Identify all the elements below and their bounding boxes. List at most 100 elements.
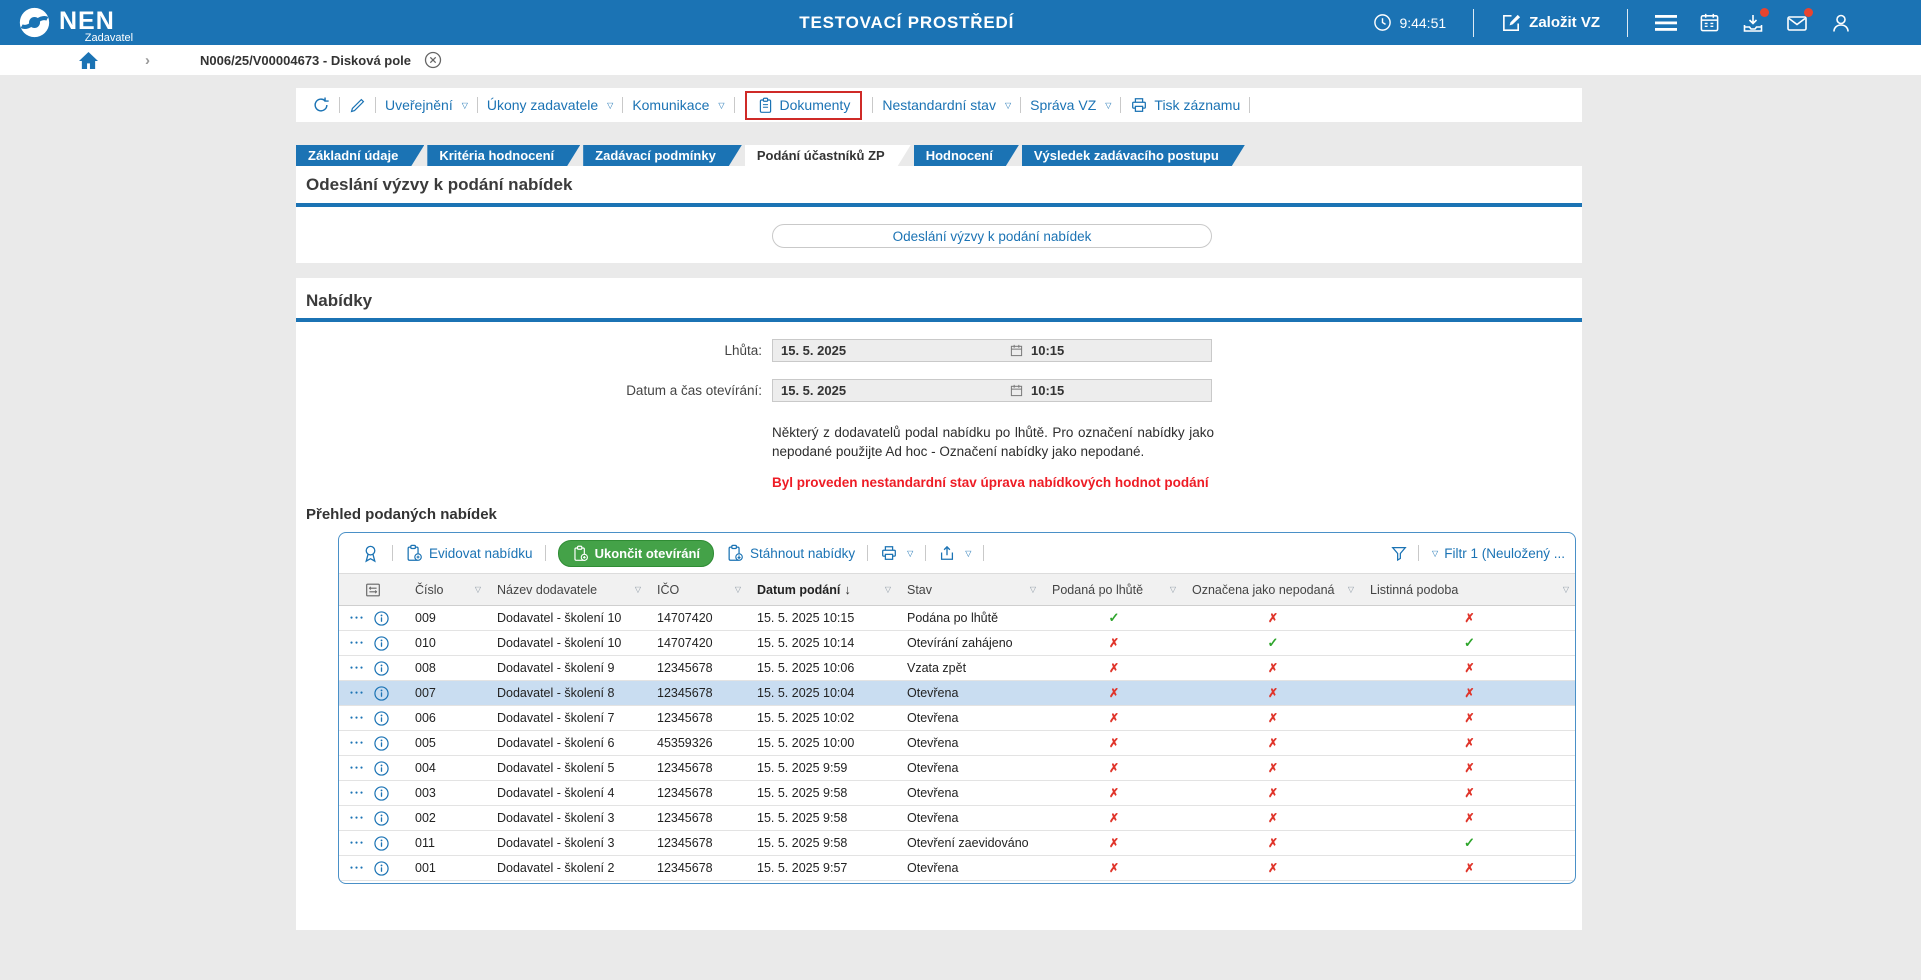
filter-button[interactable] — [1390, 544, 1408, 562]
tab-4[interactable]: Hodnocení — [914, 145, 1019, 166]
filter-dropdown-icon[interactable]: ▽ — [1348, 585, 1354, 594]
filter-dropdown-icon[interactable]: ▽ — [885, 585, 891, 594]
info-icon[interactable] — [374, 736, 389, 751]
table-row[interactable]: ●●●006Dodavatel - školení 71234567815. 5… — [339, 706, 1575, 731]
info-icon[interactable] — [374, 836, 389, 851]
call-section: Odeslání výzvy k podání nabídek Odeslání… — [296, 166, 1582, 263]
clipboard-download-icon — [726, 544, 744, 562]
info-icon[interactable] — [374, 611, 389, 626]
filter-select[interactable]: ▽ Filtr 1 (Neuložený ... — [1429, 546, 1565, 561]
breadcrumb: › N006/25/V00004673 - Disková pole — [0, 45, 1921, 75]
finish-opening-button[interactable]: Ukončit otevírání — [558, 540, 714, 567]
toolbar-item-nestandardni-stav[interactable]: Nestandardní stav▽ — [882, 97, 1011, 113]
filter-dropdown-icon[interactable]: ▽ — [635, 585, 641, 594]
toolbar-item-ukony-zadavatele[interactable]: Úkony zadavatele▽ — [487, 97, 613, 113]
tab-2[interactable]: Zadávací podmínky — [583, 145, 742, 166]
home-button[interactable] — [78, 51, 99, 70]
row-menu-icon[interactable]: ●●● — [350, 815, 365, 821]
toolbar-item-tisk-zaznamu[interactable]: Tisk záznamu — [1130, 96, 1240, 114]
info-icon[interactable] — [374, 861, 389, 876]
cell-state: Otevírání zahájeno — [899, 636, 1044, 650]
toolbar-item-komunikace[interactable]: Komunikace▽ — [632, 97, 724, 113]
create-vz-button[interactable]: Založit VZ — [1501, 12, 1600, 33]
messages-button[interactable] — [1786, 12, 1808, 34]
menu-button[interactable] — [1655, 14, 1677, 32]
deadline-field[interactable]: 15. 5. 2025 10:15 — [772, 339, 1212, 362]
column-settings-button[interactable] — [339, 581, 407, 599]
toolbar-item-sprava-vz[interactable]: Správa VZ▽ — [1030, 97, 1111, 113]
info-icon[interactable] — [374, 786, 389, 801]
column-header-datum-podani[interactable]: Datum podání↓ ▽ — [749, 582, 899, 597]
toolbar-item-dokumenty[interactable]: Dokumenty — [757, 97, 851, 114]
close-record-button[interactable] — [424, 51, 442, 69]
app-logo[interactable]: NEN Zadavatel — [18, 6, 133, 44]
tab-3-active[interactable]: Podání účastníků ZP — [745, 145, 911, 166]
row-menu-icon[interactable]: ●●● — [350, 765, 365, 771]
column-header-stav[interactable]: Stav▽ — [899, 583, 1044, 597]
table-row[interactable]: ●●●005Dodavatel - školení 64535932615. 5… — [339, 731, 1575, 756]
calendar-icon — [1699, 12, 1720, 33]
row-menu-icon[interactable]: ●●● — [350, 740, 365, 746]
column-header-cislo[interactable]: Číslo ▽ — [407, 583, 489, 597]
cell-paper-form: ✓ — [1362, 835, 1576, 851]
filter-dropdown-icon[interactable]: ▽ — [735, 585, 741, 594]
tab-5[interactable]: Výsledek zadávacího postupu — [1022, 145, 1245, 166]
info-icon[interactable] — [374, 686, 389, 701]
breadcrumb-record[interactable]: N006/25/V00004673 - Disková pole — [200, 53, 411, 68]
row-menu-icon[interactable]: ●●● — [350, 615, 365, 621]
column-header-oznacena-jako-nepodana[interactable]: Označena jako nepodaná▽ — [1184, 583, 1362, 597]
award-button[interactable] — [361, 544, 380, 563]
table-row[interactable]: ●●●009Dodavatel - školení 101470742015. … — [339, 606, 1575, 631]
table-row-selected[interactable]: ●●●007Dodavatel - školení 81234567815. 5… — [339, 681, 1575, 706]
cell-marked-not-submitted: ✗ — [1184, 611, 1362, 625]
info-icon[interactable] — [374, 811, 389, 826]
toolbar-item-uverejneni[interactable]: Uveřejnění▽ — [385, 97, 468, 113]
table-row[interactable]: ●●●002Dodavatel - školení 31234567815. 5… — [339, 806, 1575, 831]
row-menu-icon[interactable]: ●●● — [350, 640, 365, 646]
table-row[interactable]: ●●●003Dodavatel - školení 41234567815. 5… — [339, 781, 1575, 806]
tab-0[interactable]: Základní údaje — [296, 145, 424, 166]
column-header-listinna-podoba[interactable]: Listinná podoba▽ — [1362, 583, 1576, 597]
calendar-button[interactable] — [1699, 12, 1720, 33]
table-row[interactable]: ●●●011Dodavatel - školení 31234567815. 5… — [339, 831, 1575, 856]
row-menu-icon[interactable]: ●●● — [350, 715, 365, 721]
filter-dropdown-icon[interactable]: ▽ — [1563, 585, 1569, 594]
cell-supplier: Dodavatel - školení 2 — [489, 861, 649, 875]
cell-after-deadline: ✗ — [1044, 736, 1184, 750]
column-label: Číslo — [415, 583, 443, 597]
send-call-button[interactable]: Odeslání výzvy k podání nabídek — [772, 224, 1212, 248]
column-header-nazev-dodavatele[interactable]: Název dodavatele▽ — [489, 583, 649, 597]
info-icon[interactable] — [374, 761, 389, 776]
print-table-button[interactable]: ▽ — [880, 544, 913, 562]
table-row[interactable]: ●●●004Dodavatel - školení 51234567815. 5… — [339, 756, 1575, 781]
cell-after-deadline: ✗ — [1044, 686, 1184, 700]
user-profile-button[interactable] — [1830, 12, 1852, 34]
opening-field[interactable]: 15. 5. 2025 10:15 — [772, 379, 1212, 402]
row-menu-icon[interactable]: ●●● — [350, 840, 365, 846]
column-header-podana-po-lhute[interactable]: Podaná po lhůtě▽ — [1044, 583, 1184, 597]
user-icon — [1830, 12, 1852, 34]
info-icon[interactable] — [374, 711, 389, 726]
downloads-button[interactable] — [1742, 12, 1764, 34]
table-row[interactable]: ●●●010Dodavatel - školení 101470742015. … — [339, 631, 1575, 656]
info-icon[interactable] — [374, 636, 389, 651]
cell-paper-form: ✗ — [1362, 786, 1576, 800]
row-menu-icon[interactable]: ●●● — [350, 690, 365, 696]
register-bid-button[interactable]: Evidovat nabídku — [405, 544, 533, 562]
row-menu-icon[interactable]: ●●● — [350, 865, 365, 871]
row-menu-icon[interactable]: ●●● — [350, 790, 365, 796]
filter-dropdown-icon[interactable]: ▽ — [1030, 585, 1036, 594]
table-row[interactable]: ●●●001Dodavatel - školení 21234567815. 5… — [339, 856, 1575, 881]
filter-dropdown-icon[interactable]: ▽ — [1170, 585, 1176, 594]
row-menu-icon[interactable]: ●●● — [350, 665, 365, 671]
table-row[interactable]: ●●●008Dodavatel - školení 91234567815. 5… — [339, 656, 1575, 681]
export-button[interactable]: ▽ — [938, 544, 971, 562]
info-icon[interactable] — [374, 661, 389, 676]
tab-1[interactable]: Kritéria hodnocení — [427, 145, 580, 166]
filter-dropdown-icon[interactable]: ▽ — [475, 585, 481, 594]
edit-record-button[interactable] — [349, 97, 366, 114]
download-bids-button[interactable]: Stáhnout nabídky — [726, 544, 855, 562]
cell-after-deadline: ✗ — [1044, 786, 1184, 800]
refresh-button[interactable] — [312, 96, 330, 114]
column-header-ico[interactable]: IČO▽ — [649, 583, 749, 597]
